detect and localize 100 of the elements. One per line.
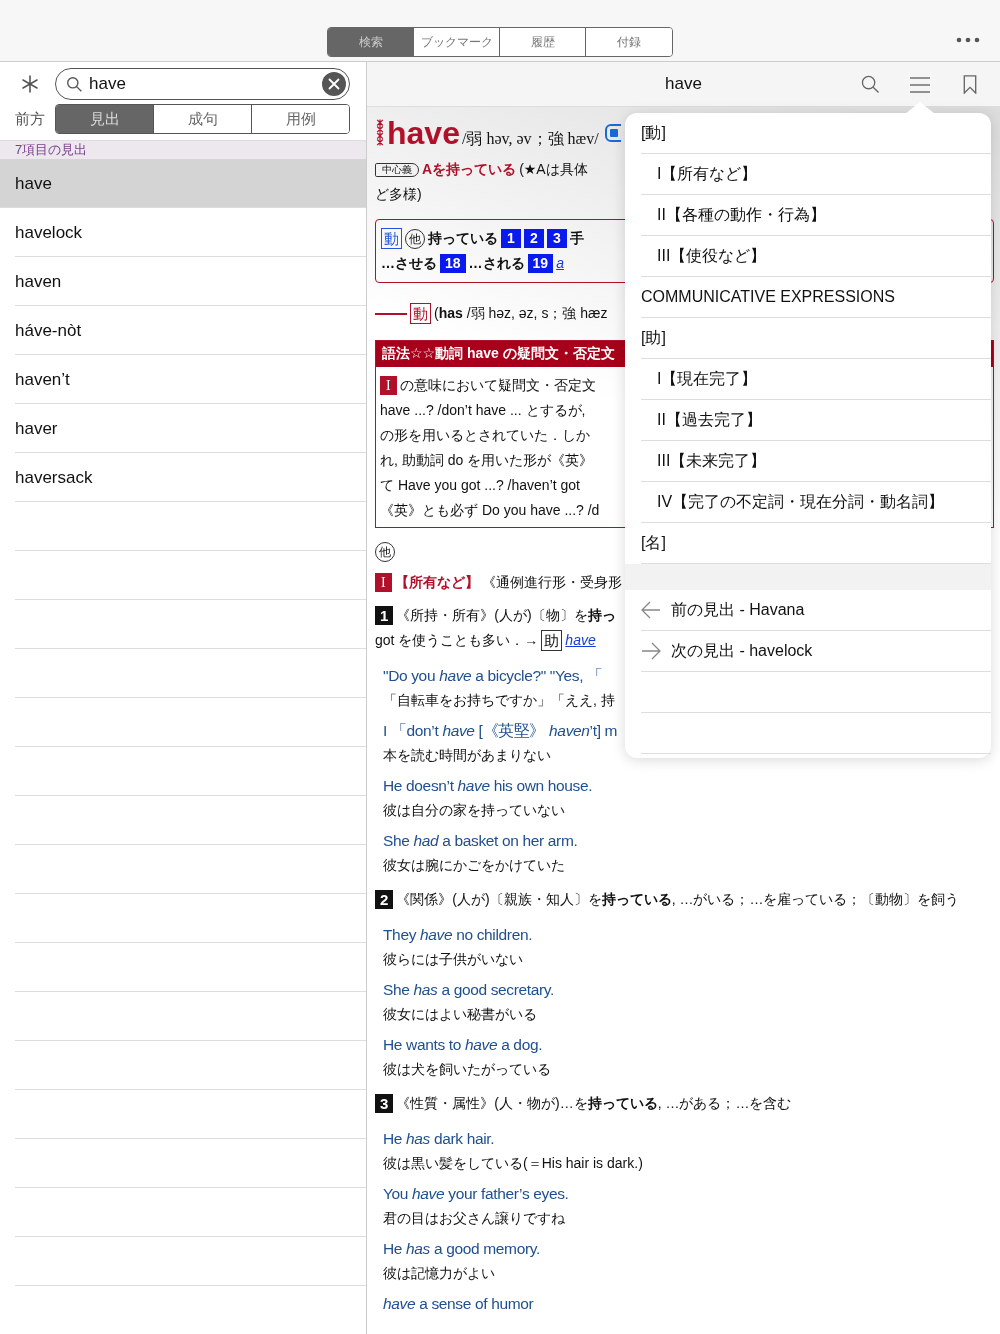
entry-text: 《性質・属性》(人・物が)…を持っている, …がある；…を含む	[396, 1094, 792, 1113]
contents-item[interactable]: COMMUNICATIVE EXPRESSIONS	[641, 277, 991, 318]
example-sentence: He has a good memory.	[383, 1239, 541, 1259]
usage-title: 語法☆☆動詞 have の疑問文・否定文	[382, 345, 615, 361]
entry-text: 《通例進行形・受身形	[481, 573, 622, 592]
entry-text: have ...? /don’t have ... とするが,	[380, 401, 586, 420]
audio-toggle-icon[interactable]	[604, 124, 621, 142]
contents-item[interactable]: II【各種の動作・行為】	[641, 195, 991, 236]
tab[interactable]: 検索	[328, 28, 414, 56]
entry-text: の形を用いるとされていた．しか	[380, 426, 590, 445]
example-sentence: I 「don’t have [《英堅》 haven’t] m	[383, 721, 619, 741]
sense-link[interactable]: 3	[547, 229, 567, 248]
section-number: I	[375, 573, 392, 592]
entry-text: の意味において疑問文・否定文	[399, 376, 596, 395]
entry-text: 《英》とも必ず Do you have ...? /d	[380, 501, 600, 520]
example-translation: 彼らには子供がいない	[383, 950, 524, 969]
entry-text: 《所持・所有》(人が)〔物〕を持っ	[396, 606, 616, 625]
example-translation: 本を読む時間があまりない	[383, 746, 552, 765]
contents-item[interactable]: I【現在完了】	[641, 359, 991, 400]
example-translation: 君の目はお父さん譲りですね	[383, 1209, 566, 1228]
result-item[interactable]: haven’t	[0, 355, 366, 404]
section-number: I	[380, 376, 397, 395]
cross-reference-link[interactable]: a	[556, 251, 564, 276]
result-item[interactable]: haver	[0, 404, 366, 453]
result-item[interactable]: haven	[0, 257, 366, 306]
search-icon	[66, 75, 83, 93]
right-arrow-icon	[641, 642, 661, 660]
entry-text: got を使うことも多い．→	[375, 631, 539, 650]
example-translation: 彼は黒い髪をしている(＝His hair is dark.)	[383, 1154, 644, 1173]
example-sentence: She had a basket on her arm.	[383, 831, 579, 851]
entry-text: て Have you got ...? /haven’t got	[380, 476, 580, 495]
key-phrase: …させる	[381, 254, 437, 273]
dash-rule	[375, 312, 407, 315]
example-sentence: He wants to have a dog.	[383, 1035, 544, 1055]
navigation-item[interactable]: 前の見出 - Havana	[641, 590, 991, 631]
entry-text: (★Aは具体	[519, 160, 588, 179]
example-sentence: "Do you have a bicycle?" "Yes, 「	[383, 666, 604, 686]
sense-link[interactable]: 18	[440, 254, 466, 273]
cross-reference-link[interactable]: have	[565, 628, 596, 653]
tab[interactable]: ブックマーク	[414, 28, 500, 56]
result-item[interactable]: havelock	[0, 208, 366, 257]
result-item[interactable]: háve-nòt	[0, 306, 366, 355]
entry-text: ど多様)	[375, 185, 422, 204]
navigation-label: 前の見出 - Havana	[671, 599, 805, 620]
example-translation: 彼は自分の家を持っていない	[383, 801, 566, 820]
filter-tab[interactable]: 見出	[56, 105, 154, 133]
entry-text: (has /弱 həz, əz, s；強 hæz	[434, 304, 608, 323]
tab[interactable]: 付録	[586, 28, 672, 56]
example-translation: 彼は犬を飼いたがっている	[383, 1060, 552, 1079]
search-field[interactable]: have	[55, 68, 350, 100]
contents-item[interactable]: IV【完了の不定詞・現在分詞・動名詞】	[641, 482, 991, 523]
menu-icon[interactable]	[910, 77, 930, 93]
bookmark-icon[interactable]	[963, 75, 977, 94]
key-phrase: 手	[570, 229, 584, 248]
navigation-label: 次の見出 - havelock	[671, 640, 813, 661]
example-translation: 彼は記憶力がよい	[383, 1264, 496, 1283]
results-count: 7項目の見出	[15, 141, 88, 159]
more-icon[interactable]	[956, 37, 980, 43]
entry-title: have	[665, 74, 702, 94]
contents-item[interactable]: III【未来完了】	[641, 441, 991, 482]
key-phrase: 持っている	[428, 229, 498, 248]
result-item[interactable]: have	[0, 159, 366, 208]
navigation-item[interactable]: 次の見出 - havelock	[641, 631, 991, 672]
filter-label: 前方	[15, 109, 45, 129]
pronunciation: /弱 həv, əv；強 hæv/	[461, 129, 599, 149]
sense-link[interactable]: 1	[501, 229, 521, 248]
part-of-speech-tag: 動	[410, 303, 431, 324]
sense-link[interactable]: 19	[527, 254, 554, 273]
example-translation: 彼女にはよい秘書がいる	[383, 1005, 538, 1024]
left-arrow-icon	[641, 601, 661, 619]
clear-button[interactable]	[322, 72, 346, 96]
example-translation: 「自転車をお持ちですか」「ええ, 持	[383, 691, 616, 710]
part-of-speech-tag: 動	[381, 228, 402, 249]
example-sentence: You have your father’s eyes.	[383, 1184, 570, 1204]
example-sentence: He doesn’t have his own house.	[383, 776, 594, 796]
meaning-heading: Aを持っている	[422, 160, 517, 179]
contents-item[interactable]: [助]	[641, 318, 991, 359]
example-sentence: have a sense of humor	[383, 1294, 535, 1314]
contents-item[interactable]: III【使役など】	[641, 236, 991, 277]
example-sentence: He has dark hair.	[383, 1129, 496, 1149]
contents-item[interactable]: [動]	[641, 113, 991, 154]
example-sentence: They have no children.	[383, 925, 534, 945]
example-translation: 彼女は腕にかごをかけていた	[383, 856, 566, 875]
sense-link[interactable]: 2	[524, 229, 544, 248]
key-phrase: …される	[468, 254, 525, 273]
part-of-speech-tag: 助	[541, 630, 563, 651]
tab[interactable]: 履歴	[500, 28, 586, 56]
entry-text: れ, 助動詞 do を用いた形が《英》	[380, 451, 594, 470]
sense-number: 2	[375, 890, 394, 909]
sense-number: 1	[375, 606, 394, 625]
contents-item[interactable]: I【所有など】	[641, 154, 991, 195]
headword: have	[387, 115, 460, 152]
search-icon[interactable]	[861, 75, 880, 94]
contents-item[interactable]: II【過去完了】	[641, 400, 991, 441]
entry-text: 《関係》(人が)〔親族・知人〕を持っている, …がいる；…を雇っている；〔動物〕を飼う	[396, 890, 960, 909]
result-item[interactable]: haversack	[0, 453, 366, 502]
asterisks-icon	[375, 119, 385, 147]
meaning-heading: 【所有など】	[394, 573, 479, 592]
sense-number: 3	[375, 1094, 394, 1113]
asterisk-icon[interactable]	[20, 74, 40, 94]
